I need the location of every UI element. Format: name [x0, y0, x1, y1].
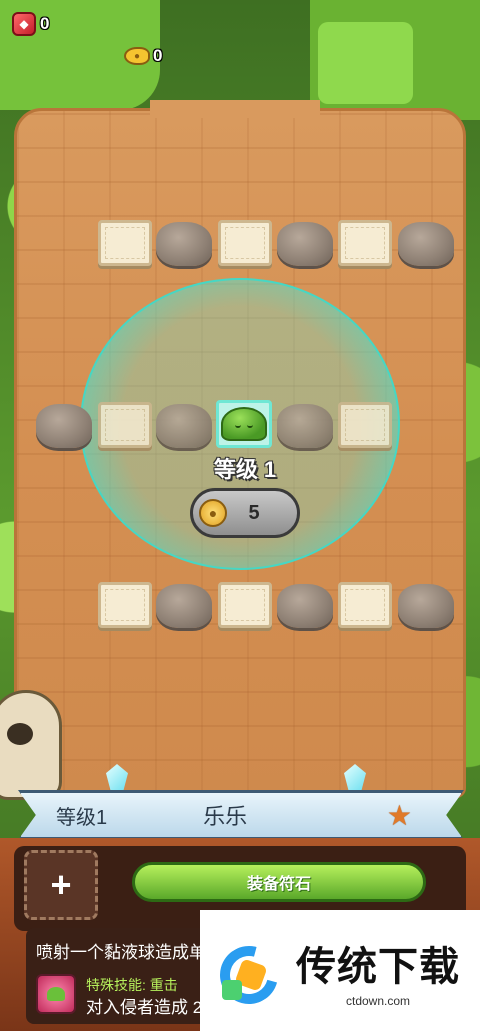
- tower-level-label: 等级 1: [213, 457, 277, 482]
- build-tile[interactable]: [218, 220, 272, 266]
- coin-icon: ●: [199, 499, 227, 527]
- slime-tower-slot[interactable]: [216, 400, 272, 448]
- rock: [156, 404, 212, 448]
- gem-count: 0: [40, 14, 50, 33]
- rock: [277, 404, 333, 448]
- gem-counter: ◆ 0: [12, 12, 49, 36]
- field-entrance: [150, 100, 320, 118]
- rock: [398, 584, 454, 628]
- grass-patch: [318, 22, 413, 104]
- equip-rune-button[interactable]: 装备符石: [132, 862, 426, 902]
- tower-description: 喷射一个黏液球造成单: [36, 943, 206, 962]
- build-tile[interactable]: [98, 582, 152, 628]
- ribbon-level: 等级1: [56, 806, 108, 829]
- watermark-title: 传统下载: [296, 944, 460, 989]
- tower-name: 乐乐: [203, 804, 248, 829]
- rock: [277, 584, 333, 628]
- fish-counter: ● 0: [124, 46, 162, 66]
- rock: [398, 222, 454, 266]
- add-rune-button[interactable]: +: [24, 850, 98, 920]
- rock: [156, 222, 212, 266]
- slime-icon: [221, 407, 267, 441]
- watermark-logo-icon: [209, 934, 289, 1015]
- skill-description: 对入侵者造成 2: [86, 998, 203, 1017]
- upgrade-cost: 5: [248, 501, 260, 524]
- skill-title: 特殊技能: 重击: [86, 977, 178, 993]
- watermark: 传统下载 ctdown.com: [200, 910, 480, 1031]
- skull-decoration: [0, 690, 62, 800]
- watermark-url: ctdown.com: [345, 993, 411, 1008]
- fish-count: 0: [153, 46, 163, 65]
- star-icon[interactable]: ★: [387, 799, 412, 832]
- gem-icon: ◆: [12, 12, 36, 36]
- build-tile[interactable]: [218, 582, 272, 628]
- rock: [156, 584, 212, 628]
- build-tile[interactable]: [338, 220, 392, 266]
- rock: [277, 222, 333, 266]
- fish-icon: ●: [124, 47, 150, 65]
- skill-icon: [36, 974, 76, 1014]
- build-tile[interactable]: [338, 582, 392, 628]
- build-tile[interactable]: [338, 402, 392, 448]
- upgrade-cost-button[interactable]: ● 5: [190, 488, 300, 538]
- ribbon-content: 等级1 乐乐 ★: [18, 790, 464, 840]
- build-tile[interactable]: [98, 220, 152, 266]
- build-tile[interactable]: [98, 402, 152, 448]
- rock: [36, 404, 92, 448]
